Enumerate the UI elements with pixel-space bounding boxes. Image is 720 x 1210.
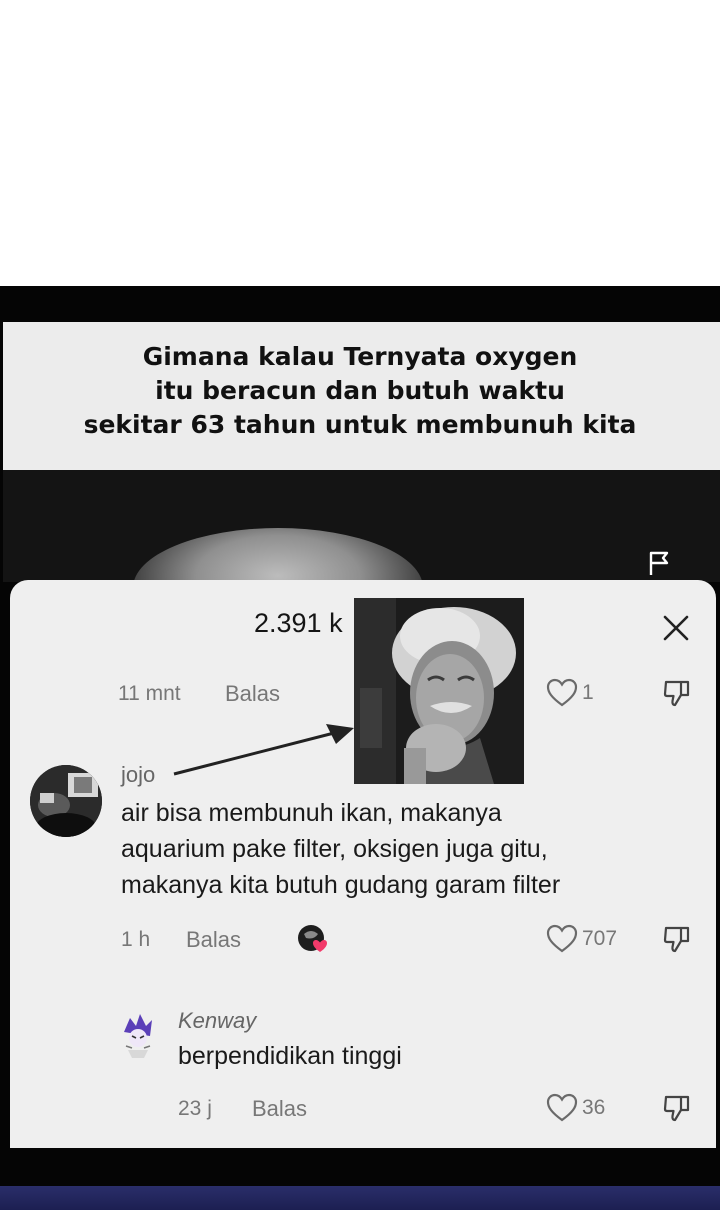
video-caption: Gimana kalau Ternyata oxygen itu beracun… — [40, 340, 680, 442]
avatar[interactable] — [30, 765, 102, 837]
dislike-icon[interactable] — [662, 924, 692, 954]
comments-count: 2.391 k — [254, 608, 343, 638]
bottom-navigation-bar — [0, 1186, 720, 1210]
comment-time: 23 j — [178, 1097, 212, 1120]
comment-line: makanya kita butuh gudang garam filter — [121, 871, 561, 899]
reply-button[interactable]: Balas — [225, 681, 280, 707]
reply-text: berpendidikan tinggi — [178, 1042, 402, 1070]
comment-username[interactable]: jojo — [121, 762, 155, 788]
comment-text: air bisa membunuh ikan, makanya aquarium… — [121, 795, 560, 903]
comment-time: 11 mnt — [118, 682, 181, 705]
like-count: 36 — [582, 1096, 606, 1119]
caption-line: itu beracun dan butuh waktu — [155, 376, 565, 405]
video-preview[interactable] — [3, 470, 720, 582]
video-subject-head — [133, 528, 423, 582]
top-blank-area — [0, 0, 720, 286]
like-count: 707 — [582, 927, 618, 950]
comment-time: 1 h — [121, 928, 151, 951]
heart-icon — [546, 1093, 578, 1122]
heart-icon — [546, 678, 578, 707]
heart-icon — [546, 924, 578, 953]
creator-liked-icon — [298, 925, 327, 952]
comment-line: air bisa membunuh ikan, makanya — [121, 799, 502, 827]
dislike-icon[interactable] — [662, 678, 692, 708]
avatar[interactable] — [118, 1010, 158, 1060]
comment-line: aquarium pake filter, oksigen juga gitu, — [121, 835, 548, 863]
close-icon[interactable] — [660, 612, 692, 644]
flag-icon[interactable] — [644, 548, 674, 578]
like-button[interactable]: 36 — [546, 1093, 605, 1123]
like-count: 1 — [582, 681, 594, 704]
einstein-photo — [354, 598, 524, 784]
like-button[interactable]: 707 — [546, 924, 617, 954]
reply-username[interactable]: Kenway — [178, 1008, 256, 1034]
reply-button[interactable]: Balas — [252, 1096, 307, 1122]
arrow-icon — [173, 724, 354, 776]
dislike-icon[interactable] — [662, 1093, 692, 1123]
caption-line: sekitar 63 tahun untuk membunuh kita — [83, 410, 637, 439]
caption-line: Gimana kalau Ternyata oxygen — [142, 342, 578, 371]
reply-button[interactable]: Balas — [186, 927, 241, 953]
like-button[interactable]: 1 — [546, 678, 594, 708]
